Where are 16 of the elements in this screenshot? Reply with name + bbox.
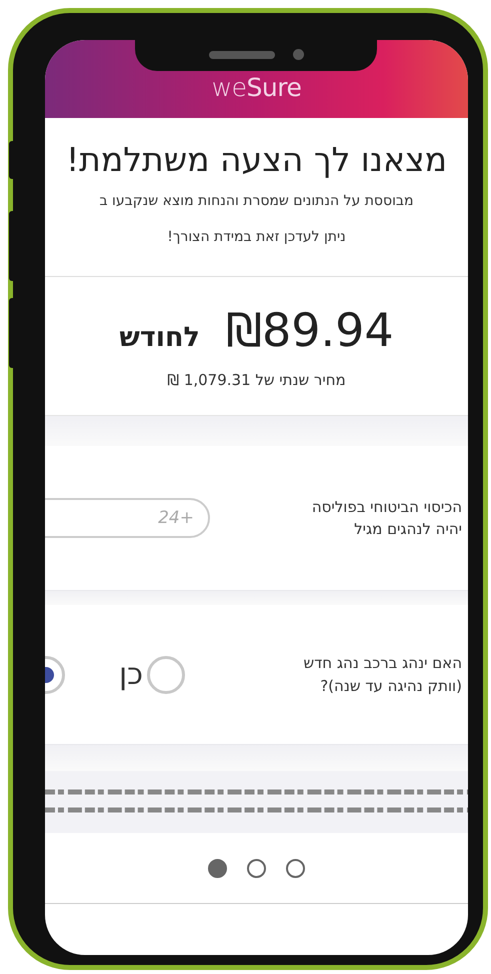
offer-title: מצאנו לך הצעה משתלמת! — [66, 140, 448, 179]
page-dot[interactable] — [208, 858, 227, 878]
intro-text: מבוססת על הנתונים שמסרת והנחות מוצא שנקבעו ב — [100, 193, 414, 209]
monthly-price: ₪89.94 — [226, 303, 394, 357]
price-period: לחודש — [119, 322, 200, 353]
page-dot[interactable] — [286, 858, 305, 878]
intro-text: ניתן לעדכן זאת במידת הצורך! — [167, 229, 346, 245]
annual-price: מחיר שנתי של 1,079.31 ₪ — [167, 371, 346, 389]
new-driver-question: האם ינהג ברכב נהג חדש (וותק נהיגה עד שנה)? — [302, 653, 462, 696]
radio-button[interactable] — [147, 656, 186, 694]
logo: weSure — [212, 73, 302, 102]
camera-icon — [292, 49, 304, 60]
speaker-icon — [208, 50, 274, 58]
page-dot[interactable] — [247, 858, 266, 878]
driver-age-label: הכיסוי הביטוחי בפוליסה יהיה לנהגים מגיל — [310, 496, 462, 540]
radio-label[interactable]: כן — [119, 657, 144, 692]
